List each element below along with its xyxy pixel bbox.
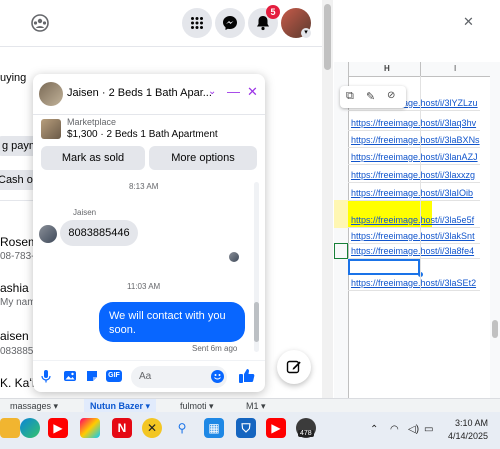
edge-icon[interactable]	[20, 418, 40, 438]
message-input-placeholder: Aa	[139, 371, 152, 382]
link-cell[interactable]: https://freeimage.host/i/3laSEt2	[348, 276, 480, 291]
sender-name: Jaisen	[73, 208, 97, 217]
clock-date[interactable]: 4/14/2025	[444, 431, 488, 441]
notification-count-badge: 5	[266, 5, 280, 19]
facebook-topbar: 5 ▾	[0, 0, 333, 47]
copilot-icon[interactable]	[80, 418, 100, 438]
link-cell[interactable]: https://freeimage.host/i/3laBXNs	[348, 133, 480, 148]
apps-grid-icon[interactable]	[182, 8, 212, 38]
incoming-message-bubble[interactable]: 8083885446	[60, 220, 138, 246]
column-divider	[420, 62, 421, 76]
listing-detail: $1,300 · 2 Beds 1 Bath Apartment	[67, 129, 218, 140]
chat-scrollbar-thumb[interactable]	[254, 302, 259, 342]
close-icon[interactable]: ✕	[247, 84, 258, 100]
link-cell[interactable]: https://freeimage.host/i/3laq3hv	[348, 116, 480, 131]
chevron-up-icon[interactable]: ⌃	[370, 424, 378, 435]
row-header-column	[334, 62, 349, 398]
bg-fragment: uying	[0, 72, 27, 84]
netflix-icon[interactable]: N	[112, 418, 132, 438]
thumbs-up-icon[interactable]	[238, 367, 256, 388]
more-options-button[interactable]: More options	[149, 146, 257, 170]
column-header-row: H I	[348, 62, 500, 77]
column-header-h[interactable]: H	[384, 64, 390, 73]
wifi-icon[interactable]: ◠	[390, 424, 399, 435]
app-icon[interactable]: ✕	[142, 418, 162, 438]
listing-source: Marketplace	[67, 117, 117, 127]
outgoing-message-bubble[interactable]: We will contact with you soon.	[99, 302, 245, 342]
vpn-icon[interactable]: ⛉	[236, 418, 256, 438]
gif-icon[interactable]: GIF	[106, 370, 122, 382]
sender-avatar[interactable]	[39, 225, 57, 243]
sheet-tab[interactable]: M1 ▾	[246, 399, 266, 413]
sticker-icon[interactable]	[85, 369, 99, 386]
volume-icon[interactable]: ◁)	[408, 424, 419, 435]
minimize-icon[interactable]: —	[227, 84, 240, 99]
emoji-icon[interactable]	[211, 370, 224, 383]
row-selector[interactable]	[334, 243, 348, 259]
youtube-icon[interactable]: ▶	[266, 418, 286, 438]
spreadsheet-titlebar: ✕	[333, 0, 500, 46]
unlink-icon[interactable]: ⊘	[387, 90, 395, 101]
calculator-icon[interactable]: ▦	[204, 418, 224, 438]
bg-fragment: aisen ·	[0, 329, 37, 343]
chat-title[interactable]: Jaisen · 2 Beds 1 Bath Apar...	[67, 87, 212, 99]
message-composer: GIF Aa	[33, 360, 265, 392]
photo-icon[interactable]	[63, 369, 77, 386]
new-message-button[interactable]	[277, 350, 311, 384]
sheet-scrollbar-thumb[interactable]	[492, 320, 498, 338]
timestamp: 11:03 AM	[127, 282, 161, 291]
bg-fragment: ashia ·	[0, 281, 37, 295]
sent-status: Sent 6m ago	[192, 344, 238, 353]
link-cell[interactable]: https://freeimage.host/i/3lanAZJ	[348, 150, 480, 165]
chevron-down-icon[interactable]: ⌄	[208, 86, 216, 97]
app-badge: 478	[298, 430, 314, 437]
chevron-down-icon[interactable]: ▾	[301, 28, 311, 38]
link-cell[interactable]: https://freeimage.host/i/3laIOib	[348, 186, 480, 201]
file-explorer-icon[interactable]	[0, 418, 20, 438]
divider	[0, 200, 33, 201]
groups-icon[interactable]	[25, 8, 55, 38]
link-cell-highlighted[interactable]: https://freeimage.host/i/3la5e5f	[348, 213, 480, 228]
page-scrollbar-thumb[interactable]	[324, 4, 331, 70]
network-app-icon[interactable]: ⚲	[172, 418, 192, 438]
close-icon[interactable]: ✕	[463, 14, 474, 30]
listing-avatar	[39, 82, 63, 106]
seen-avatar	[229, 252, 239, 262]
highlighted-row-header	[334, 200, 348, 228]
messenger-icon[interactable]	[215, 8, 245, 38]
link-cell[interactable]: https://freeimage.host/i/3la8fe4	[348, 244, 480, 259]
message-input[interactable]: Aa	[131, 366, 227, 388]
timestamp: 8:13 AM	[129, 182, 159, 191]
column-header-i[interactable]: I	[454, 64, 456, 73]
copy-icon[interactable]: ⧉	[346, 90, 354, 103]
battery-icon[interactable]: ▭	[424, 424, 433, 435]
messenger-chat-window: Jaisen · 2 Beds 1 Bath Apar... ⌄ — ✕ Mar…	[33, 74, 265, 392]
edit-icon[interactable]: ✎	[366, 90, 375, 103]
sheet-tab[interactable]: fulmoti ▾	[180, 399, 214, 413]
sheet-tab-bar: massages ▾ Nutun Bazer ▾ fulmoti ▾ M1 ▾	[0, 398, 500, 413]
active-cell[interactable]	[348, 259, 420, 275]
mark-as-sold-button[interactable]: Mark as sold	[41, 146, 145, 170]
chat-header[interactable]: Jaisen · 2 Beds 1 Bath Apar... ⌄ — ✕	[33, 74, 265, 115]
sheet-tab-active[interactable]: Nutun Bazer ▾	[84, 399, 157, 413]
youtube-icon[interactable]: ▶	[48, 418, 68, 438]
column-gridline	[420, 76, 421, 291]
marketplace-listing: Marketplace $1,300 · 2 Beds 1 Bath Apart…	[33, 114, 265, 174]
link-toolbar: ⧉ ✎ ⊘	[340, 86, 406, 108]
sheet-scrollbar[interactable]	[490, 76, 500, 398]
bg-fragment: 08-783-	[0, 251, 35, 262]
microphone-icon[interactable]	[41, 369, 51, 386]
link-cell[interactable]: https://freeimage.host/i/3laxxzg	[348, 168, 480, 183]
sheet-tab[interactable]: massages ▾	[10, 399, 58, 413]
listing-thumbnail	[41, 119, 61, 139]
link-cell[interactable]: https://freeimage.host/i/3lakSnt	[348, 229, 480, 244]
clock-time[interactable]: 3:10 AM	[452, 418, 488, 428]
